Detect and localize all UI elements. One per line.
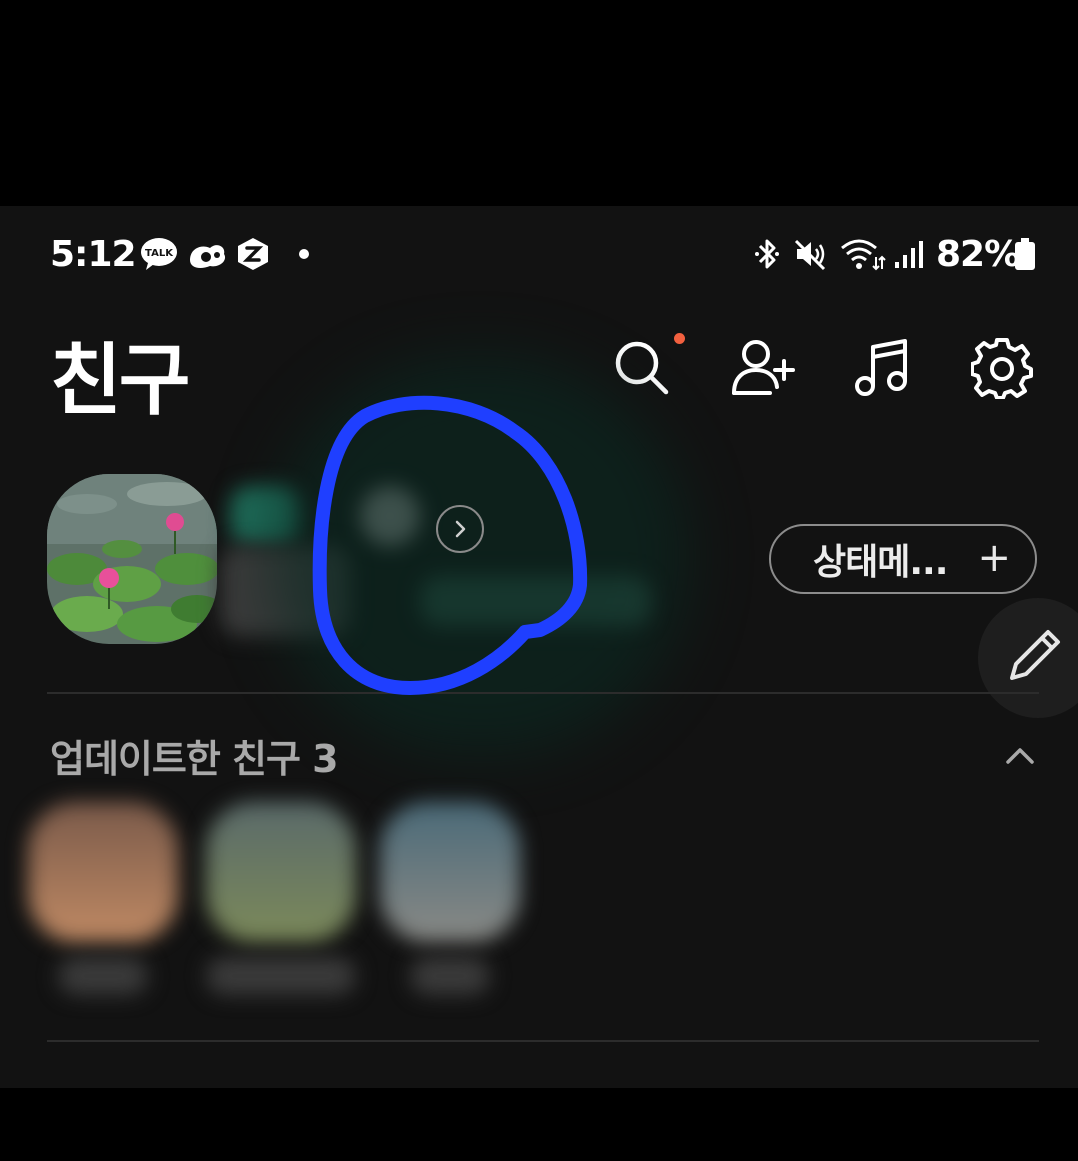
- kakaotalk-icon: TALK: [140, 236, 178, 272]
- status-time: 5:12: [50, 234, 137, 275]
- music-icon: [855, 339, 907, 396]
- updated-friend-item[interactable]: [380, 802, 530, 1012]
- status-message-button[interactable]: 상태메... +: [769, 524, 1037, 594]
- z-app-icon: [236, 236, 270, 272]
- battery-icon: [1012, 236, 1038, 272]
- updated-friend-item[interactable]: [206, 802, 356, 1012]
- bluetooth-icon: [752, 236, 782, 272]
- updated-friend-item[interactable]: [28, 802, 178, 1012]
- blurred-friend-name: [58, 957, 148, 995]
- my-profile-avatar[interactable]: [47, 474, 217, 644]
- chevron-up-icon: [1006, 748, 1034, 764]
- kakao-app-icon: [186, 236, 228, 272]
- divider: [47, 1040, 1039, 1042]
- blurred-friend-name: [410, 957, 490, 995]
- divider: [47, 692, 1039, 694]
- lotus-pond-photo: [47, 474, 217, 644]
- blurred-friend-avatar: [28, 802, 178, 942]
- blurred-friend-avatar: [380, 802, 520, 942]
- edit-button[interactable]: [978, 598, 1078, 718]
- mute-icon: [794, 236, 828, 272]
- music-button[interactable]: [846, 332, 918, 404]
- search-icon: [615, 341, 669, 395]
- svg-text:TALK: TALK: [145, 248, 174, 259]
- updated-friends-title: 업데이트한 친구 3: [50, 737, 339, 781]
- blurred-friend-name: [206, 957, 356, 995]
- page-title: 친구: [50, 336, 191, 426]
- collapse-section-button[interactable]: [1000, 736, 1040, 776]
- friends-screen: 5:12 TALK 82% 친구 상태메... + 업데이트한 친구 3: [0, 206, 1078, 1088]
- notification-dot-icon: [296, 236, 312, 272]
- search-badge-dot: [674, 333, 685, 344]
- status-message-label: 상태메...: [813, 542, 948, 583]
- plus-icon: +: [977, 535, 1011, 581]
- chevron-right-icon: [455, 520, 466, 538]
- blurred-region: [270, 356, 690, 756]
- settings-button[interactable]: [966, 332, 1038, 404]
- wifi-icon: [840, 236, 886, 272]
- battery-percent: 82%: [936, 234, 1020, 275]
- profile-detail-button[interactable]: [436, 505, 484, 553]
- search-button[interactable]: [606, 332, 678, 404]
- add-friend-button[interactable]: [728, 332, 800, 404]
- blurred-friend-avatar: [206, 802, 356, 942]
- add-friend-icon: [732, 340, 795, 395]
- pencil-icon: [1010, 630, 1060, 680]
- status-bar: 5:12 TALK 82%: [0, 206, 1078, 302]
- settings-icon: [971, 338, 1033, 399]
- signal-icon: [892, 236, 924, 272]
